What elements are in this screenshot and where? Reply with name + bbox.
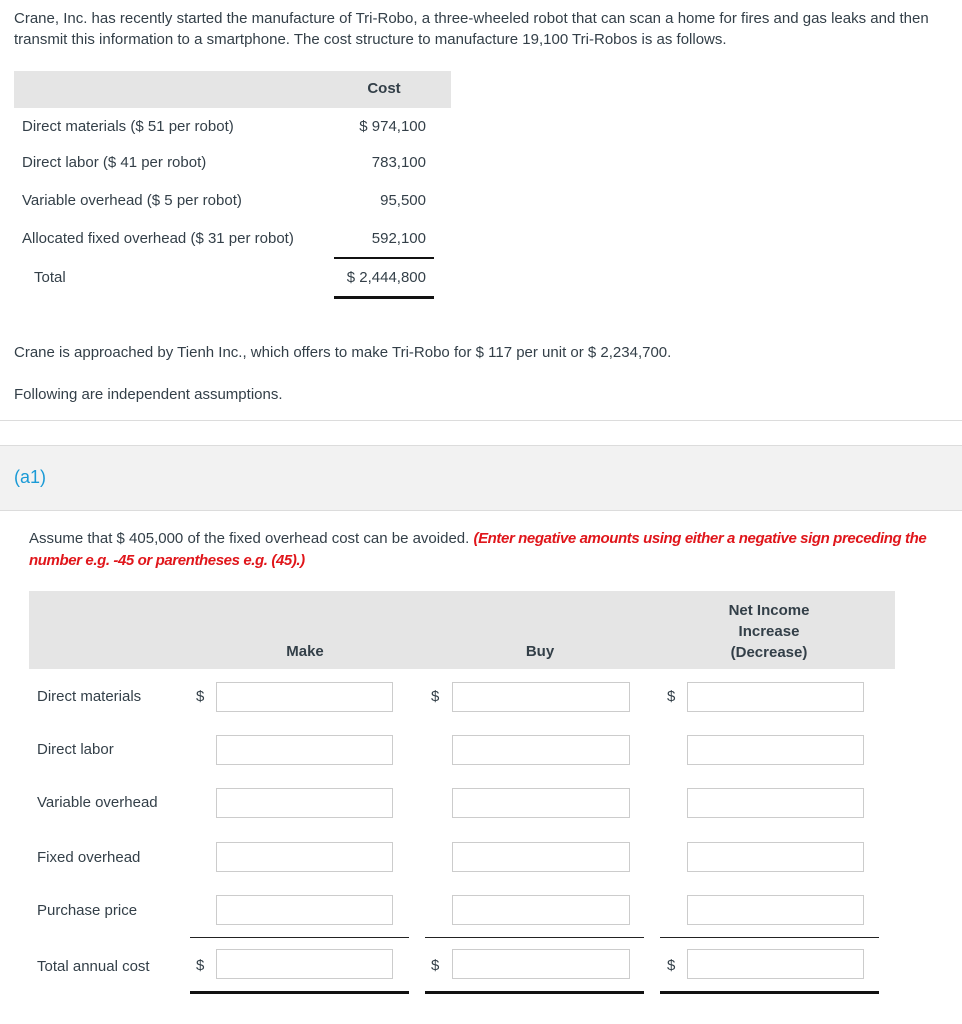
row-label-total-annual-cost: Total annual cost	[37, 958, 150, 975]
direct-materials-make-input[interactable]	[216, 682, 393, 712]
cost-row-label: Variable overhead ($ 5 per robot)	[22, 192, 242, 209]
row-label-variable-overhead: Variable overhead	[37, 794, 158, 811]
fixed-overhead-buy-input[interactable]	[452, 842, 630, 872]
cost-row-value: $ 974,100	[359, 118, 426, 135]
cost-total-value: $ 2,444,800	[346, 269, 426, 286]
divider	[0, 420, 962, 421]
total-annual-cost-buy-input[interactable]	[452, 949, 630, 979]
problem-intro: Crane, Inc. has recently started the man…	[14, 10, 929, 48]
direct-materials-net-input[interactable]	[687, 682, 864, 712]
cost-row-label: Direct materials ($ 51 per robot)	[22, 118, 234, 135]
part-header	[0, 445, 962, 511]
variable-overhead-make-input[interactable]	[216, 788, 393, 818]
total-double-rule	[425, 991, 644, 994]
column-header-make: Make	[286, 643, 324, 660]
direct-labor-buy-input[interactable]	[452, 735, 630, 765]
cost-row-value: 95,500	[380, 192, 426, 209]
direct-labor-make-input[interactable]	[216, 735, 393, 765]
instruction-text: Assume that $ 405,000 of the fixed overh…	[29, 530, 470, 547]
purchase-price-net-input[interactable]	[687, 895, 864, 925]
total-double-rule	[190, 991, 409, 994]
purchase-price-make-input[interactable]	[216, 895, 393, 925]
cost-row-label: Direct labor ($ 41 per robot)	[22, 154, 207, 171]
subtotal-rule	[190, 937, 409, 938]
subtotal-rule	[425, 937, 644, 938]
fixed-overhead-net-input[interactable]	[687, 842, 864, 872]
row-label-direct-labor: Direct labor	[37, 741, 114, 758]
fixed-overhead-make-input[interactable]	[216, 842, 393, 872]
row-label-fixed-overhead: Fixed overhead	[37, 849, 141, 866]
cost-row-label: Allocated fixed overhead ($ 31 per robot…	[22, 230, 294, 247]
cost-row-value: 592,100	[371, 230, 426, 247]
dollar-sign: $	[667, 957, 676, 974]
total-double-rule	[660, 991, 879, 994]
total-annual-cost-make-input[interactable]	[216, 949, 393, 979]
assumptions-text: Following are independent assumptions.	[14, 386, 283, 403]
part-instruction: Assume that $ 405,000 of the fixed overh…	[29, 528, 939, 572]
total-annual-cost-net-input[interactable]	[687, 949, 864, 979]
row-label-direct-materials: Direct materials	[37, 688, 142, 705]
total-double-rule	[334, 296, 434, 299]
dollar-sign: $	[196, 688, 205, 705]
cost-column-header: Cost	[367, 80, 401, 97]
dollar-sign: $	[667, 688, 676, 705]
subtotal-rule	[334, 257, 434, 259]
dollar-sign: $	[431, 688, 440, 705]
purchase-price-buy-input[interactable]	[452, 895, 630, 925]
cost-total-label: Total	[34, 269, 66, 286]
direct-labor-net-input[interactable]	[687, 735, 864, 765]
direct-materials-buy-input[interactable]	[452, 682, 630, 712]
part-label: (a1)	[14, 467, 47, 487]
cost-row-value: 783,100	[371, 154, 426, 171]
column-header-buy: Buy	[525, 643, 555, 660]
dollar-sign: $	[431, 957, 440, 974]
subtotal-rule	[660, 937, 879, 938]
row-label-purchase-price: Purchase price	[37, 902, 138, 919]
offer-text: Crane is approached by Tienh Inc., which…	[14, 344, 672, 361]
dollar-sign: $	[196, 957, 205, 974]
column-header-net-income: Net Income Increase (Decrease)	[728, 602, 810, 661]
variable-overhead-net-input[interactable]	[687, 788, 864, 818]
variable-overhead-buy-input[interactable]	[452, 788, 630, 818]
